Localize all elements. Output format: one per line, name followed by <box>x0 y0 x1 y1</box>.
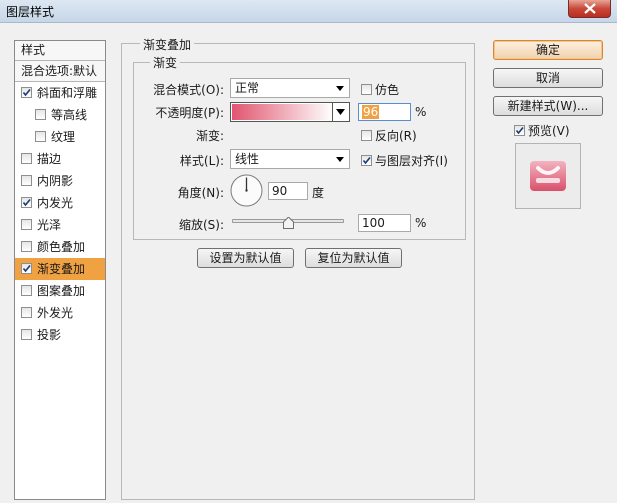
chevron-down-icon <box>336 86 344 91</box>
blend-mode-select[interactable]: 正常 <box>230 78 350 98</box>
cancel-button[interactable]: 取消 <box>493 68 603 88</box>
preview-option[interactable]: 预览(V) <box>514 122 570 139</box>
checkmark-icon <box>362 156 371 165</box>
style-value: 线性 <box>235 152 260 166</box>
opacity-unit: % <box>415 105 427 119</box>
styles-items: 斜面和浮雕等高线纹理描边内阴影内发光光泽颜色叠加渐变叠加图案叠加外发光投影 <box>15 82 105 346</box>
style-item-checkbox[interactable] <box>21 241 32 252</box>
set-as-default-button[interactable]: 设置为默认值 <box>197 248 294 268</box>
checkmark-icon <box>515 126 524 135</box>
reverse-checkbox[interactable] <box>361 130 372 141</box>
scale-slider-thumb[interactable] <box>282 217 294 229</box>
opacity-value: 96 <box>362 105 380 119</box>
style-item-checkbox[interactable] <box>21 153 32 164</box>
style-item-checkbox[interactable] <box>21 197 32 208</box>
blend-mode-label: 混合模式(O): <box>153 83 224 97</box>
style-item-checkbox[interactable] <box>35 131 46 142</box>
reset-to-default-button[interactable]: 复位为默认值 <box>305 248 402 268</box>
title-bar: 图层样式 <box>0 0 617 23</box>
close-icon <box>584 3 596 14</box>
blending-options-item[interactable]: 混合选项:默认 <box>15 61 105 82</box>
angle-unit: 度 <box>312 186 325 200</box>
style-list-item[interactable]: 投影 <box>15 324 105 346</box>
style-list-item[interactable]: 光泽 <box>15 214 105 236</box>
panel-title: 渐变叠加 <box>140 36 195 53</box>
align-with-layer-checkbox[interactable] <box>361 155 372 166</box>
style-item-label: 纹理 <box>51 130 76 144</box>
style-list-item[interactable]: 内阴影 <box>15 170 105 192</box>
gradient-label: 渐变: <box>195 129 224 143</box>
scale-label: 缩放(S): <box>178 218 224 232</box>
style-list-item[interactable]: 图案叠加 <box>15 280 105 302</box>
style-list-item[interactable]: 内发光 <box>15 192 105 214</box>
style-item-label: 投影 <box>37 328 62 342</box>
style-list-item[interactable]: 等高线 <box>15 104 105 126</box>
blend-mode-value: 正常 <box>235 81 260 95</box>
gradient-picker[interactable] <box>230 102 350 122</box>
window-title: 图层样式 <box>6 5 55 19</box>
style-select[interactable]: 线性 <box>230 149 350 169</box>
style-list-item[interactable]: 渐变叠加 <box>15 258 105 280</box>
style-item-label: 描边 <box>37 152 62 166</box>
style-item-checkbox[interactable] <box>35 109 46 120</box>
style-item-checkbox[interactable] <box>21 285 32 296</box>
close-button[interactable] <box>568 0 611 18</box>
style-item-checkbox[interactable] <box>21 329 32 340</box>
style-item-label: 图案叠加 <box>37 284 86 298</box>
chevron-down-icon <box>336 157 344 162</box>
style-item-label: 内发光 <box>37 196 74 210</box>
align-with-layer-label: 与图层对齐(I) <box>375 154 448 168</box>
style-item-checkbox[interactable] <box>21 87 32 98</box>
style-item-checkbox[interactable] <box>21 219 32 230</box>
preview-thumbnail <box>530 161 566 191</box>
opacity-label: 不透明度(P): <box>155 106 224 120</box>
chevron-down-icon <box>336 109 345 115</box>
dither-option[interactable]: 仿色 <box>361 81 399 98</box>
style-list-item[interactable]: 颜色叠加 <box>15 236 105 258</box>
align-with-layer-option[interactable]: 与图层对齐(I) <box>361 152 448 169</box>
scale-input[interactable]: 100 <box>358 214 411 232</box>
preview-checkbox[interactable] <box>514 125 525 136</box>
style-list-item[interactable]: 斜面和浮雕 <box>15 82 105 104</box>
checkmark-icon <box>22 88 31 97</box>
reverse-option[interactable]: 反向(R) <box>361 127 417 144</box>
style-item-checkbox[interactable] <box>21 175 32 186</box>
dither-label: 仿色 <box>375 83 400 97</box>
styles-list: 样式 混合选项:默认 斜面和浮雕等高线纹理描边内阴影内发光光泽颜色叠加渐变叠加图… <box>14 40 106 500</box>
style-list-item[interactable]: 外发光 <box>15 302 105 324</box>
style-label: 样式(L): <box>179 154 224 168</box>
ok-button[interactable]: 确定 <box>493 40 603 60</box>
checkmark-icon <box>22 264 31 273</box>
scale-unit: % <box>415 216 427 230</box>
group-title: 渐变 <box>150 54 181 71</box>
opacity-input[interactable]: 96 <box>358 103 411 121</box>
preview-label: 预览(V) <box>528 124 570 138</box>
angle-dial[interactable] <box>230 174 263 207</box>
angle-value: 90 <box>272 184 288 198</box>
style-item-checkbox[interactable] <box>21 263 32 274</box>
style-item-label: 内阴影 <box>37 174 74 188</box>
style-item-label: 渐变叠加 <box>37 262 86 276</box>
gradient-preview[interactable] <box>232 104 333 120</box>
style-item-label: 光泽 <box>37 218 62 232</box>
style-list-item[interactable]: 纹理 <box>15 126 105 148</box>
styles-header[interactable]: 样式 <box>15 41 105 61</box>
angle-label: 角度(N): <box>177 186 224 200</box>
style-preview <box>515 143 581 209</box>
reverse-label: 反向(R) <box>375 129 417 143</box>
angle-input[interactable]: 90 <box>268 182 308 200</box>
style-item-label: 颜色叠加 <box>37 240 86 254</box>
checkmark-icon <box>22 198 31 207</box>
style-item-checkbox[interactable] <box>21 307 32 318</box>
dither-checkbox[interactable] <box>361 84 372 95</box>
style-item-label: 等高线 <box>51 108 88 122</box>
style-item-label: 外发光 <box>37 306 74 320</box>
scale-value: 100 <box>362 216 385 230</box>
new-style-button[interactable]: 新建样式(W)... <box>493 96 603 116</box>
style-list-item[interactable]: 描边 <box>15 148 105 170</box>
style-item-label: 斜面和浮雕 <box>37 86 98 100</box>
gradient-dropdown-button[interactable] <box>332 103 349 121</box>
